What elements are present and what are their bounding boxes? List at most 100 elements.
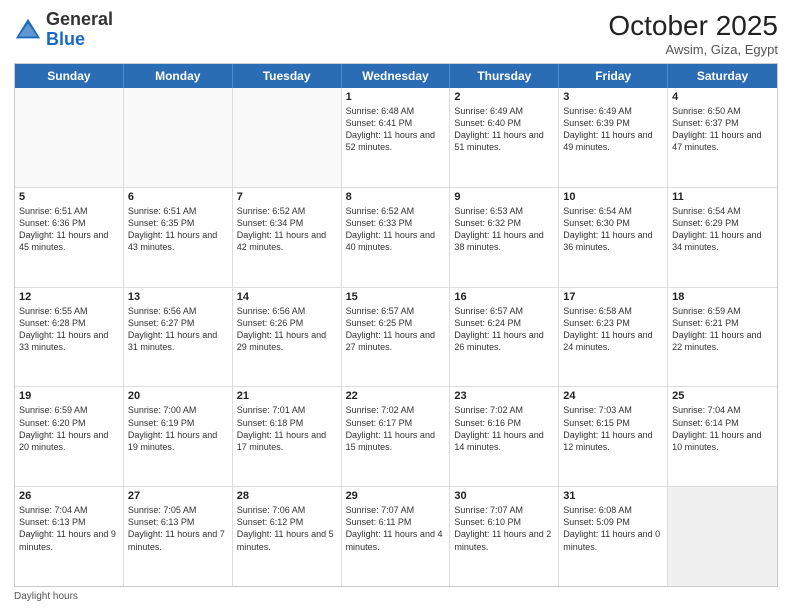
cell-info: Sunrise: 6:53 AM Sunset: 6:32 PM Dayligh… <box>454 205 554 254</box>
cell-info: Sunrise: 6:55 AM Sunset: 6:28 PM Dayligh… <box>19 305 119 354</box>
day-number: 1 <box>346 91 446 103</box>
day-number: 27 <box>128 490 228 502</box>
cell-info: Sunrise: 6:51 AM Sunset: 6:35 PM Dayligh… <box>128 205 228 254</box>
day-number: 29 <box>346 490 446 502</box>
cal-cell-day-16: 16Sunrise: 6:57 AM Sunset: 6:24 PM Dayli… <box>450 288 559 387</box>
cal-cell-day-2: 2 Sunrise: 6:49 AM Sunset: 6:40 PM Daylig… <box>450 88 559 187</box>
cal-week-4: 19Sunrise: 6:59 AM Sunset: 6:20 PM Dayli… <box>15 387 777 487</box>
day-number: 11 <box>672 191 773 203</box>
daylight-label: Daylight hours <box>14 591 78 602</box>
day-number: 19 <box>19 390 119 402</box>
day-number: 16 <box>454 291 554 303</box>
cal-cell-empty <box>124 88 233 187</box>
logo-general-text: General <box>46 9 113 29</box>
cell-info: Sunrise: 6:58 AM Sunset: 6:23 PM Dayligh… <box>563 305 663 354</box>
cell-info: Sunrise: 7:07 AM Sunset: 6:10 PM Dayligh… <box>454 504 554 553</box>
cal-cell-day-13: 13 Sunrise: 6:56 AM Sunset: 6:27 PM Dayli… <box>124 288 233 387</box>
cal-cell-day-14: 14 Sunrise: 6:56 AM Sunset: 6:26 PM Dayli… <box>233 288 342 387</box>
cal-cell-day-27: 27Sunrise: 7:05 AM Sunset: 6:13 PM Dayli… <box>124 487 233 586</box>
cal-cell-day-22: 22 Sunrise: 7:02 AM Sunset: 6:17 PM Dayli… <box>342 387 451 486</box>
cal-header-sunday: Sunday <box>15 64 124 88</box>
cell-info: Sunrise: 6:56 AM Sunset: 6:26 PM Dayligh… <box>237 305 337 354</box>
day-number: 24 <box>563 390 663 402</box>
day-number: 2 <box>454 91 554 103</box>
cell-info: Sunrise: 7:00 AM Sunset: 6:19 PM Dayligh… <box>128 404 228 453</box>
cal-cell-day-8: 8 Sunrise: 6:52 AM Sunset: 6:33 PM Daylig… <box>342 188 451 287</box>
cal-cell-day-25: 25Sunrise: 7:04 AM Sunset: 6:14 PM Dayli… <box>668 387 777 486</box>
cal-cell-day-9: 9 Sunrise: 6:53 AM Sunset: 6:32 PM Daylig… <box>450 188 559 287</box>
cell-info: Sunrise: 7:03 AM Sunset: 6:15 PM Dayligh… <box>563 404 663 453</box>
calendar: SundayMondayTuesdayWednesdayThursdayFrid… <box>14 63 778 587</box>
cal-cell-day-19: 19Sunrise: 6:59 AM Sunset: 6:20 PM Dayli… <box>15 387 124 486</box>
cal-cell-day-24: 24 Sunrise: 7:03 AM Sunset: 6:15 PM Dayli… <box>559 387 668 486</box>
cal-cell-day-3: 3Sunrise: 6:49 AM Sunset: 6:39 PM Daylig… <box>559 88 668 187</box>
cell-info: Sunrise: 6:54 AM Sunset: 6:30 PM Dayligh… <box>563 205 663 254</box>
cell-info: Sunrise: 6:59 AM Sunset: 6:21 PM Dayligh… <box>672 305 773 354</box>
day-number: 6 <box>128 191 228 203</box>
cell-info: Sunrise: 6:08 AM Sunset: 5:09 PM Dayligh… <box>563 504 663 553</box>
day-number: 14 <box>237 291 337 303</box>
cell-info: Sunrise: 6:57 AM Sunset: 6:25 PM Dayligh… <box>346 305 446 354</box>
cal-week-5: 26Sunrise: 7:04 AM Sunset: 6:13 PM Dayli… <box>15 487 777 586</box>
cell-info: Sunrise: 7:02 AM Sunset: 6:17 PM Dayligh… <box>346 404 446 453</box>
cal-cell-day-11: 11 Sunrise: 6:54 AM Sunset: 6:29 PM Dayli… <box>668 188 777 287</box>
cal-header-tuesday: Tuesday <box>233 64 342 88</box>
cell-info: Sunrise: 6:50 AM Sunset: 6:37 PM Dayligh… <box>672 105 773 154</box>
cal-cell-day-26: 26Sunrise: 7:04 AM Sunset: 6:13 PM Dayli… <box>15 487 124 586</box>
cal-cell-empty <box>15 88 124 187</box>
location: Awsim, Giza, Egypt <box>608 42 778 57</box>
footer: Daylight hours <box>14 591 778 602</box>
day-number: 9 <box>454 191 554 203</box>
day-number: 30 <box>454 490 554 502</box>
logo: General Blue <box>14 10 113 50</box>
day-number: 10 <box>563 191 663 203</box>
cell-info: Sunrise: 7:02 AM Sunset: 6:16 PM Dayligh… <box>454 404 554 453</box>
cell-info: Sunrise: 6:52 AM Sunset: 6:33 PM Dayligh… <box>346 205 446 254</box>
logo-text: General Blue <box>46 10 113 50</box>
day-number: 31 <box>563 490 663 502</box>
cal-cell-day-15: 15 Sunrise: 6:57 AM Sunset: 6:25 PM Dayli… <box>342 288 451 387</box>
cal-header-monday: Monday <box>124 64 233 88</box>
page: General Blue October 2025 Awsim, Giza, E… <box>0 0 792 612</box>
header: General Blue October 2025 Awsim, Giza, E… <box>14 10 778 57</box>
day-number: 13 <box>128 291 228 303</box>
calendar-body: 1 Sunrise: 6:48 AM Sunset: 6:41 PM Daylig… <box>15 88 777 586</box>
day-number: 12 <box>19 291 119 303</box>
cal-cell-day-6: 6 Sunrise: 6:51 AM Sunset: 6:35 PM Daylig… <box>124 188 233 287</box>
day-number: 23 <box>454 390 554 402</box>
cal-cell-empty <box>668 487 777 586</box>
cal-week-1: 1 Sunrise: 6:48 AM Sunset: 6:41 PM Daylig… <box>15 88 777 188</box>
day-number: 20 <box>128 390 228 402</box>
day-number: 15 <box>346 291 446 303</box>
cal-header-wednesday: Wednesday <box>342 64 451 88</box>
cal-cell-day-1: 1 Sunrise: 6:48 AM Sunset: 6:41 PM Daylig… <box>342 88 451 187</box>
cal-cell-day-20: 20 Sunrise: 7:00 AM Sunset: 6:19 PM Dayli… <box>124 387 233 486</box>
day-number: 5 <box>19 191 119 203</box>
cal-header-saturday: Saturday <box>668 64 777 88</box>
cal-cell-day-30: 30 Sunrise: 7:07 AM Sunset: 6:10 PM Dayli… <box>450 487 559 586</box>
day-number: 22 <box>346 390 446 402</box>
cell-info: Sunrise: 6:48 AM Sunset: 6:41 PM Dayligh… <box>346 105 446 154</box>
cal-week-3: 12 Sunrise: 6:55 AM Sunset: 6:28 PM Dayli… <box>15 288 777 388</box>
cal-cell-day-31: 31 Sunrise: 6:08 AM Sunset: 5:09 PM Dayli… <box>559 487 668 586</box>
cell-info: Sunrise: 7:04 AM Sunset: 6:14 PM Dayligh… <box>672 404 773 453</box>
cell-info: Sunrise: 6:49 AM Sunset: 6:40 PM Dayligh… <box>454 105 554 154</box>
day-number: 8 <box>346 191 446 203</box>
cell-info: Sunrise: 6:56 AM Sunset: 6:27 PM Dayligh… <box>128 305 228 354</box>
logo-icon <box>14 16 42 44</box>
cell-info: Sunrise: 7:06 AM Sunset: 6:12 PM Dayligh… <box>237 504 337 553</box>
cell-info: Sunrise: 7:01 AM Sunset: 6:18 PM Dayligh… <box>237 404 337 453</box>
cal-cell-day-5: 5 Sunrise: 6:51 AM Sunset: 6:36 PM Daylig… <box>15 188 124 287</box>
cell-info: Sunrise: 6:51 AM Sunset: 6:36 PM Dayligh… <box>19 205 119 254</box>
cal-cell-day-17: 17Sunrise: 6:58 AM Sunset: 6:23 PM Dayli… <box>559 288 668 387</box>
cal-cell-day-21: 21Sunrise: 7:01 AM Sunset: 6:18 PM Dayli… <box>233 387 342 486</box>
cal-cell-day-29: 29Sunrise: 7:07 AM Sunset: 6:11 PM Dayli… <box>342 487 451 586</box>
day-number: 26 <box>19 490 119 502</box>
cell-info: Sunrise: 6:52 AM Sunset: 6:34 PM Dayligh… <box>237 205 337 254</box>
cal-cell-day-18: 18Sunrise: 6:59 AM Sunset: 6:21 PM Dayli… <box>668 288 777 387</box>
cell-info: Sunrise: 6:54 AM Sunset: 6:29 PM Dayligh… <box>672 205 773 254</box>
title-block: October 2025 Awsim, Giza, Egypt <box>608 10 778 57</box>
cal-cell-day-23: 23 Sunrise: 7:02 AM Sunset: 6:16 PM Dayli… <box>450 387 559 486</box>
day-number: 4 <box>672 91 773 103</box>
calendar-header-row: SundayMondayTuesdayWednesdayThursdayFrid… <box>15 64 777 88</box>
